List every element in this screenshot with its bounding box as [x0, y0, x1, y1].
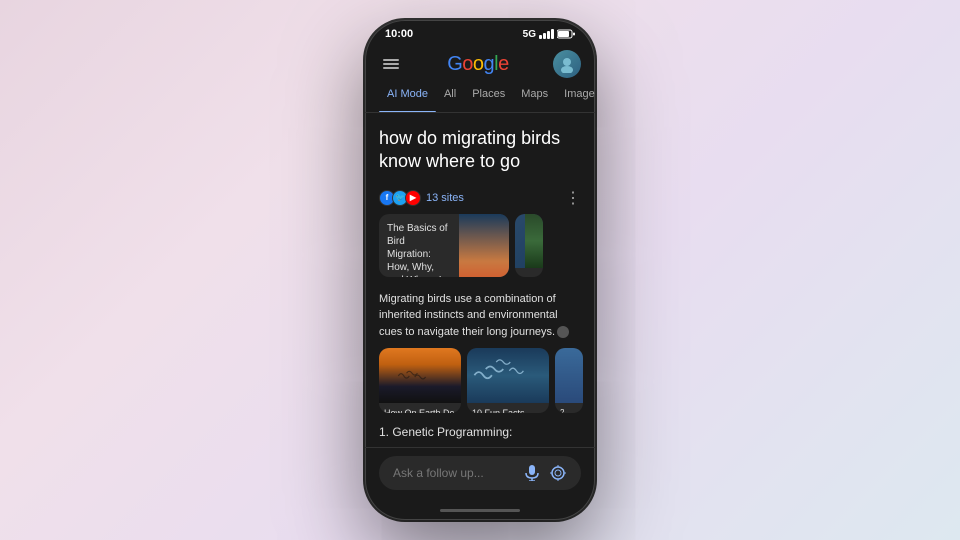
avatar[interactable] — [553, 50, 581, 78]
source-card-row: The Basics of Bird Migration: How, Why, … — [365, 214, 595, 285]
phone-frame: 10:00 5G Google — [365, 20, 595, 520]
media-thumb-3 — [555, 348, 583, 403]
tab-places[interactable]: Places — [464, 84, 513, 106]
tab-images[interactable]: Images — [556, 84, 595, 106]
summary-text: Migrating birds use a combination of inh… — [365, 285, 595, 349]
summary-content: Migrating birds use a combination of inh… — [379, 293, 558, 338]
home-indicator — [365, 500, 595, 520]
media-card-title-1: How On Earth Do Birds Know Wher... — [384, 408, 456, 413]
media-thumb-1 — [379, 348, 461, 403]
network-label: 5G — [523, 29, 536, 40]
tab-all[interactable]: All — [436, 84, 464, 106]
sunset-birds-thumbnail — [379, 348, 461, 403]
favicon-3: ▶ — [405, 190, 421, 206]
media-card-info-1: How On Earth Do Birds Know Wher... Birdb… — [379, 403, 461, 413]
menu-icon[interactable] — [379, 52, 403, 76]
status-time: 10:00 — [385, 28, 413, 40]
sources-count[interactable]: 13 sites — [426, 192, 464, 204]
status-bar: 10:00 5G — [365, 20, 595, 44]
flying-birds-icon — [383, 365, 453, 395]
sources-row: f 🐦 ▶ 13 sites ⋮ — [365, 182, 595, 214]
bottom-bar: Ask a follow up... — [365, 447, 595, 500]
bird-thumbnail — [459, 214, 509, 277]
media-card-title-3: 2 — [560, 408, 578, 413]
favicon-group: f 🐦 ▶ — [379, 190, 421, 206]
sky-birds-thumbnail — [467, 348, 549, 403]
tab-maps[interactable]: Maps — [513, 84, 556, 106]
signal-icon — [539, 29, 554, 39]
query-section: how do migrating birds know where to go — [365, 113, 595, 182]
mic-icon[interactable] — [523, 464, 541, 482]
media-card-3: 2 — [555, 348, 583, 413]
scroll-area[interactable]: how do migrating birds know where to go … — [365, 113, 595, 447]
media-card-title-2: 10 Fun Facts About Migrating Birds — [472, 408, 544, 413]
tab-ai-mode[interactable]: AI Mode — [379, 84, 436, 106]
source-card-text-1: The Basics of Bird Migration: How, Why, … — [379, 214, 459, 277]
media-card-info-2: 10 Fun Facts About Migrating Birds Kayte… — [467, 403, 549, 413]
top-bar: Google — [365, 44, 595, 84]
source-card-thumb-2 — [515, 214, 543, 268]
sky-birds-icon — [470, 353, 540, 393]
media-card-info-3: 2 — [555, 403, 583, 413]
home-bar — [440, 509, 520, 512]
query-title: how do migrating birds know where to go — [379, 127, 581, 174]
media-card-2[interactable]: 10 Fun Facts About Migrating Birds Kayte… — [467, 348, 549, 413]
lens-icon[interactable] — [549, 464, 567, 482]
source-link-icon[interactable] — [557, 326, 569, 338]
source-card-thumb-1 — [459, 214, 509, 277]
google-logo: Google — [447, 53, 509, 76]
source-card-2 — [515, 214, 543, 277]
blue-birds-thumbnail — [555, 348, 583, 403]
media-cards-row: How On Earth Do Birds Know Wher... Birdb… — [365, 348, 595, 421]
more-options-icon[interactable]: ⋮ — [565, 188, 581, 208]
media-card-1[interactable]: How On Earth Do Birds Know Wher... Birdb… — [379, 348, 461, 413]
source-card-1[interactable]: The Basics of Bird Migration: How, Why, … — [379, 214, 509, 277]
numbered-section: 1. Genetic Programming: — [365, 421, 595, 447]
search-tabs: AI Mode All Places Maps Images Shopp... — [365, 84, 595, 113]
ask-input-container[interactable]: Ask a follow up... — [379, 456, 581, 490]
status-icons: 5G — [523, 29, 575, 40]
media-thumb-2 — [467, 348, 549, 403]
input-icons — [523, 464, 567, 482]
source-card-title-1: The Basics of Bird Migration: How, Why, … — [387, 222, 451, 277]
sources-left: f 🐦 ▶ 13 sites — [379, 190, 464, 206]
battery-icon — [557, 29, 575, 39]
bird-thumbnail-2 — [525, 214, 543, 268]
ask-placeholder: Ask a follow up... — [393, 466, 484, 480]
